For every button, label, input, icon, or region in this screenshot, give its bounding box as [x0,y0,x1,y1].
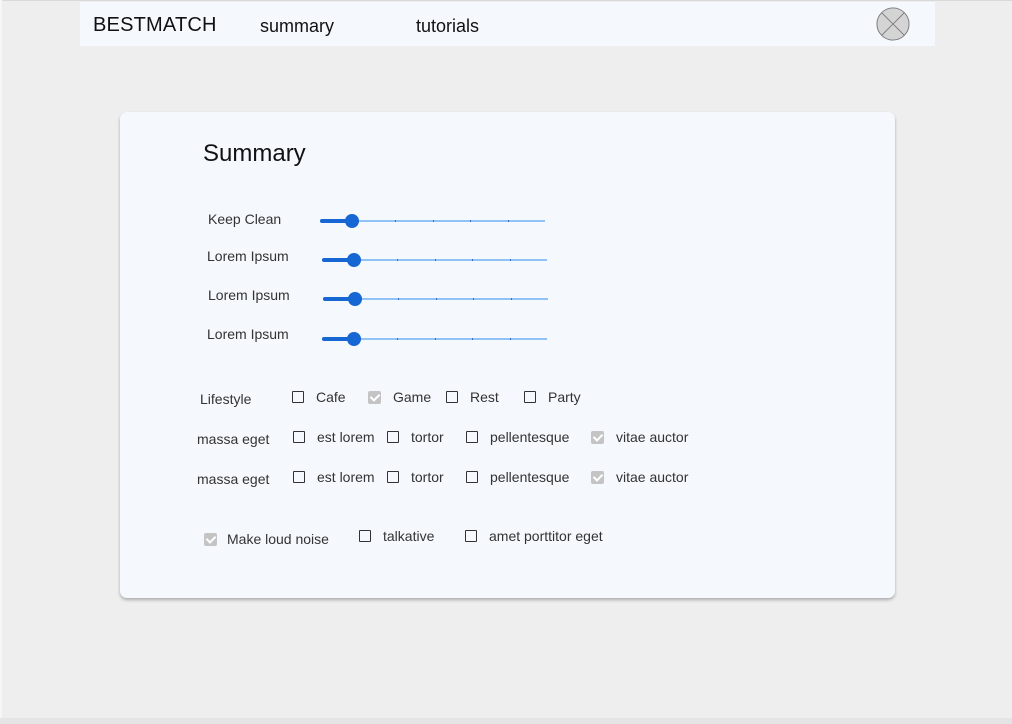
checkbox-party[interactable]: Party [524,388,581,406]
checkbox-rest[interactable]: Rest [446,388,499,406]
checkbox-pellentesque[interactable]: pellentesque [466,468,569,486]
preference-slider[interactable] [322,252,547,268]
checkbox-label: pellentesque [490,429,570,445]
checkbox-box[interactable] [292,391,304,403]
checkbox-box[interactable] [387,471,399,483]
checkbox-tortor[interactable]: tortor [387,468,444,486]
slider-thumb[interactable] [348,292,362,306]
slider-tick [473,298,474,300]
row-label: massa eget [197,431,270,447]
checkbox-label: est lorem [317,469,375,485]
checkbox-box[interactable] [591,430,604,444]
slider-tick [470,220,471,222]
slider-tick [397,259,398,261]
checkbox-label: Rest [470,389,499,405]
window-top-border [0,0,1012,1]
slider-tick [510,259,511,261]
slider-tick [511,298,512,300]
slider-tick [508,220,509,222]
checkbox-box[interactable] [446,391,458,403]
top-navigation-bar: BESTMATCH summary tutorials [80,2,935,46]
slider-tick [398,298,399,300]
slider-label: Lorem Ipsum [208,287,290,303]
checkbox-tortor[interactable]: tortor [387,428,444,446]
slider-thumb[interactable] [347,253,361,267]
slider-tick [395,220,396,222]
checkbox-box[interactable] [465,530,477,542]
slider-tick [510,338,511,340]
checkbox-box[interactable] [368,390,381,404]
checkbox-box[interactable] [359,530,371,542]
row-label: massa eget [197,471,270,487]
preference-slider[interactable] [323,291,548,307]
slider-label: Lorem Ipsum [207,326,289,342]
checkbox-label: pellentesque [490,469,570,485]
brand-logo-text[interactable]: BESTMATCH [93,14,217,37]
page-title: Summary [203,140,306,167]
checkbox-label: talkative [383,528,435,544]
checkbox-label: Make loud noise [227,531,329,547]
checkbox-label: est lorem [317,429,375,445]
checkbox-make-loud-noise[interactable]: Make loud noise [204,530,329,548]
checkbox-amet-porttitor-eget[interactable]: amet porttitor eget [465,527,603,545]
window-bottom-border [0,718,1012,724]
checkbox-box[interactable] [591,470,604,484]
slider-tick [472,338,473,340]
preference-slider[interactable] [320,213,545,229]
slider-thumb[interactable] [347,332,361,346]
checkbox-vitae-auctor[interactable]: vitae auctor [591,428,688,446]
slider-thumb[interactable] [345,214,359,228]
nav-link-summary[interactable]: summary [260,16,334,37]
close-circle-icon[interactable] [876,7,910,41]
checkbox-box[interactable] [293,471,305,483]
checkbox-box[interactable] [466,471,478,483]
checkbox-talkative[interactable]: talkative [359,527,434,545]
checkbox-game[interactable]: Game [368,388,431,406]
checkbox-label: Cafe [316,389,346,405]
checkbox-box[interactable] [466,431,478,443]
checkbox-label: tortor [411,429,444,445]
checkbox-box[interactable] [204,532,217,546]
window-left-border [0,0,2,724]
slider-tick [435,338,436,340]
checkbox-vitae-auctor[interactable]: vitae auctor [591,468,688,486]
checkbox-box[interactable] [293,431,305,443]
checkbox-pellentesque[interactable]: pellentesque [466,428,569,446]
checkbox-label: vitae auctor [616,469,689,485]
nav-link-tutorials[interactable]: tutorials [416,16,479,37]
checkbox-cafe[interactable]: Cafe [292,388,346,406]
checkbox-label: Game [393,389,432,405]
checkbox-est-lorem[interactable]: est lorem [293,428,375,446]
slider-tick [433,220,434,222]
slider-tick [436,298,437,300]
slider-tick [472,259,473,261]
checkbox-label: vitae auctor [616,429,689,445]
lifestyle-label: Lifestyle [200,391,252,407]
slider-tick [435,259,436,261]
checkbox-box[interactable] [387,431,399,443]
checkbox-box[interactable] [524,391,536,403]
checkbox-label: tortor [411,469,444,485]
slider-tick [397,338,398,340]
checkbox-est-lorem[interactable]: est lorem [293,468,375,486]
checkbox-label: amet porttitor eget [489,528,603,544]
slider-label: Keep Clean [208,211,282,227]
summary-card: Summary Keep Clean Lorem Ipsum Lorem Ips… [120,112,895,598]
checkbox-label: Party [548,389,581,405]
preference-slider[interactable] [322,331,547,347]
slider-label: Lorem Ipsum [207,248,289,264]
